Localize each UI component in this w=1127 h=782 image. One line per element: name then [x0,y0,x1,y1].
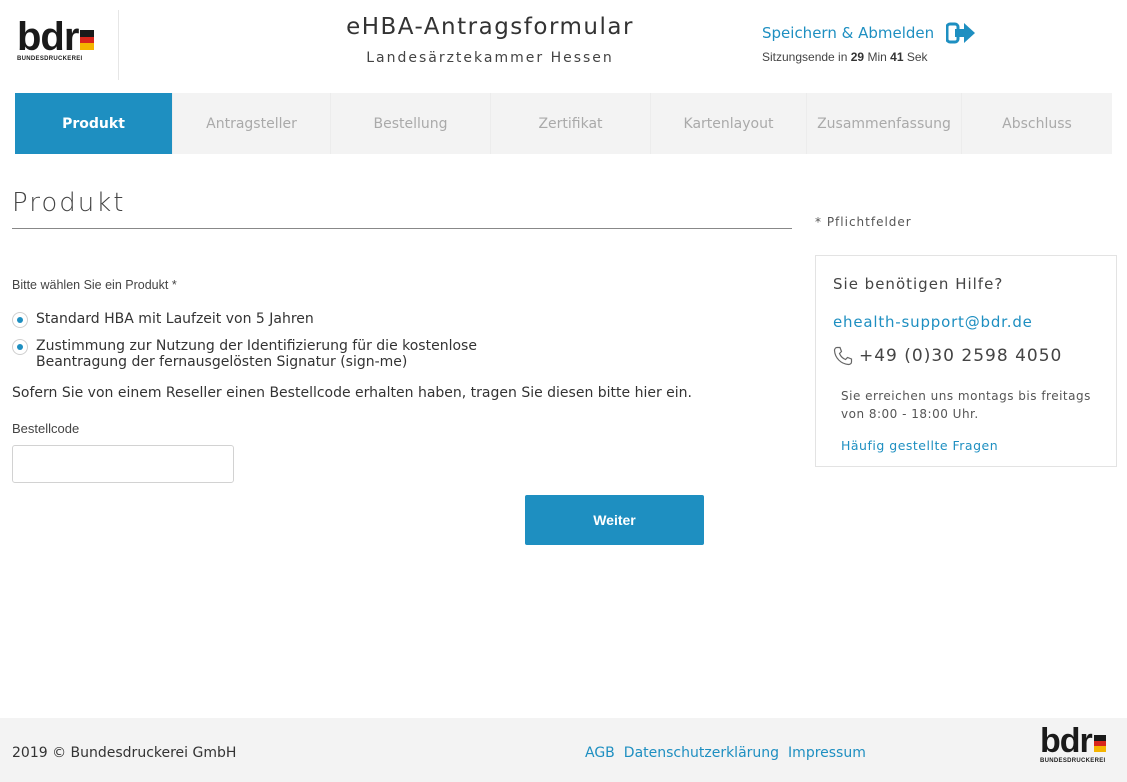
support-hours: Sie erreichen uns montags bis freitags v… [841,389,1091,421]
imprint-link[interactable]: Impressum [788,745,866,761]
footer-links: AGB Datenschutzerklärung Impressum [585,745,866,761]
session-prefix: Sitzungsende in [762,50,848,64]
session-timer: Sitzungsende in 29 Min 41 Sek [762,50,928,64]
tab-bestellung[interactable]: Bestellung [331,93,491,154]
flag-icon [1093,735,1106,752]
sign-out-arrow-icon [946,22,976,44]
app-title: eHBA-Antragsformular [346,14,634,40]
logo-subtitle: BUNDESDRUCKEREI [1040,758,1106,764]
support-phone-number: +49 (0)30 2598 4050 [859,346,1063,366]
tab-label: Bestellung [373,115,448,132]
tab-label: Zusammenfassung [817,115,951,132]
tab-label: Abschluss [1002,115,1072,132]
product-option-label-line2: Beantragung der fernausgelösten Signatur… [36,354,408,370]
logo-divider [118,10,119,80]
save-logout-link[interactable]: Speichern & Abmelden [762,22,976,44]
session-min-unit: Min [867,50,887,64]
order-code-input[interactable] [12,445,234,483]
reseller-note: Sofern Sie von einem Reseller einen Best… [12,385,693,401]
page-title: Produkt [12,188,126,218]
tab-kartenlayout[interactable]: Kartenlayout [651,93,807,154]
product-option-label: Zustimmung zur Nutzung der Identifizieru… [36,338,477,354]
tab-zertifikat[interactable]: Zertifikat [491,93,651,154]
footer: 2019 © Bundesdruckerei GmbH AGB Datensch… [0,718,1127,782]
product-option-label: Standard HBA mit Laufzeit von 5 Jahren [36,311,314,327]
copyright: 2019 © Bundesdruckerei GmbH [12,745,237,761]
logo-subtitle: BUNDESDRUCKEREI [17,56,83,62]
save-logout-label: Speichern & Abmelden [762,24,935,42]
tab-label: Zertifikat [538,115,603,132]
help-box: Sie benötigen Hilfe? ehealth-support@bdr… [815,255,1117,467]
tab-antragsteller[interactable]: Antragsteller [173,93,331,154]
product-option-signme[interactable]: Zustimmung zur Nutzung der Identifizieru… [12,338,477,370]
tab-label: Kartenlayout [683,115,774,132]
bdr-logo: bdr BUNDESDRUCKEREI [17,15,117,72]
header: bdr BUNDESDRUCKEREI eHBA-Antragsformular… [0,0,1127,92]
support-email-link[interactable]: ehealth-support@bdr.de [833,313,1033,331]
tab-zusammenfassung[interactable]: Zusammenfassung [807,93,962,154]
step-navigation: Produkt Antragsteller Bestellung Zertifi… [15,93,1112,154]
radio-selected-icon[interactable] [12,312,28,328]
flag-icon [80,30,95,50]
product-option-standard[interactable]: Standard HBA mit Laufzeit von 5 Jahren [12,311,314,328]
required-fields-note: * Pflichtfelder [815,215,912,229]
order-code-label: Bestellcode [12,421,80,436]
tab-label: Antragsteller [206,115,297,132]
footer-bdr-logo: bdr BUNDESDRUCKEREI [1040,722,1127,778]
logo-text: bdr [1040,722,1093,760]
agb-link[interactable]: AGB [585,745,615,761]
product-prompt: Bitte wählen Sie ein Produkt * [12,278,177,292]
title-divider [12,228,792,229]
next-button[interactable]: Weiter [525,495,704,545]
help-title: Sie benötigen Hilfe? [833,275,1004,293]
logo-text: bdr [17,15,79,59]
app-subtitle: Landesärztekammer Hessen [366,50,614,66]
radio-selected-icon[interactable] [12,339,28,355]
support-phone: +49 (0)30 2598 4050 [833,346,1062,366]
tab-abschluss[interactable]: Abschluss [962,93,1112,154]
session-minutes: 29 [850,50,865,64]
phone-icon [833,346,853,366]
session-seconds: 41 [890,50,904,64]
faq-link[interactable]: Häufig gestellte Fragen [841,438,998,453]
session-sec-unit: Sek [906,50,928,64]
tab-label: Produkt [62,115,125,132]
tab-produkt[interactable]: Produkt [15,93,173,154]
privacy-link[interactable]: Datenschutzerklärung [624,745,779,761]
header-title-block: eHBA-Antragsformular Landesärztekammer H… [300,14,680,66]
